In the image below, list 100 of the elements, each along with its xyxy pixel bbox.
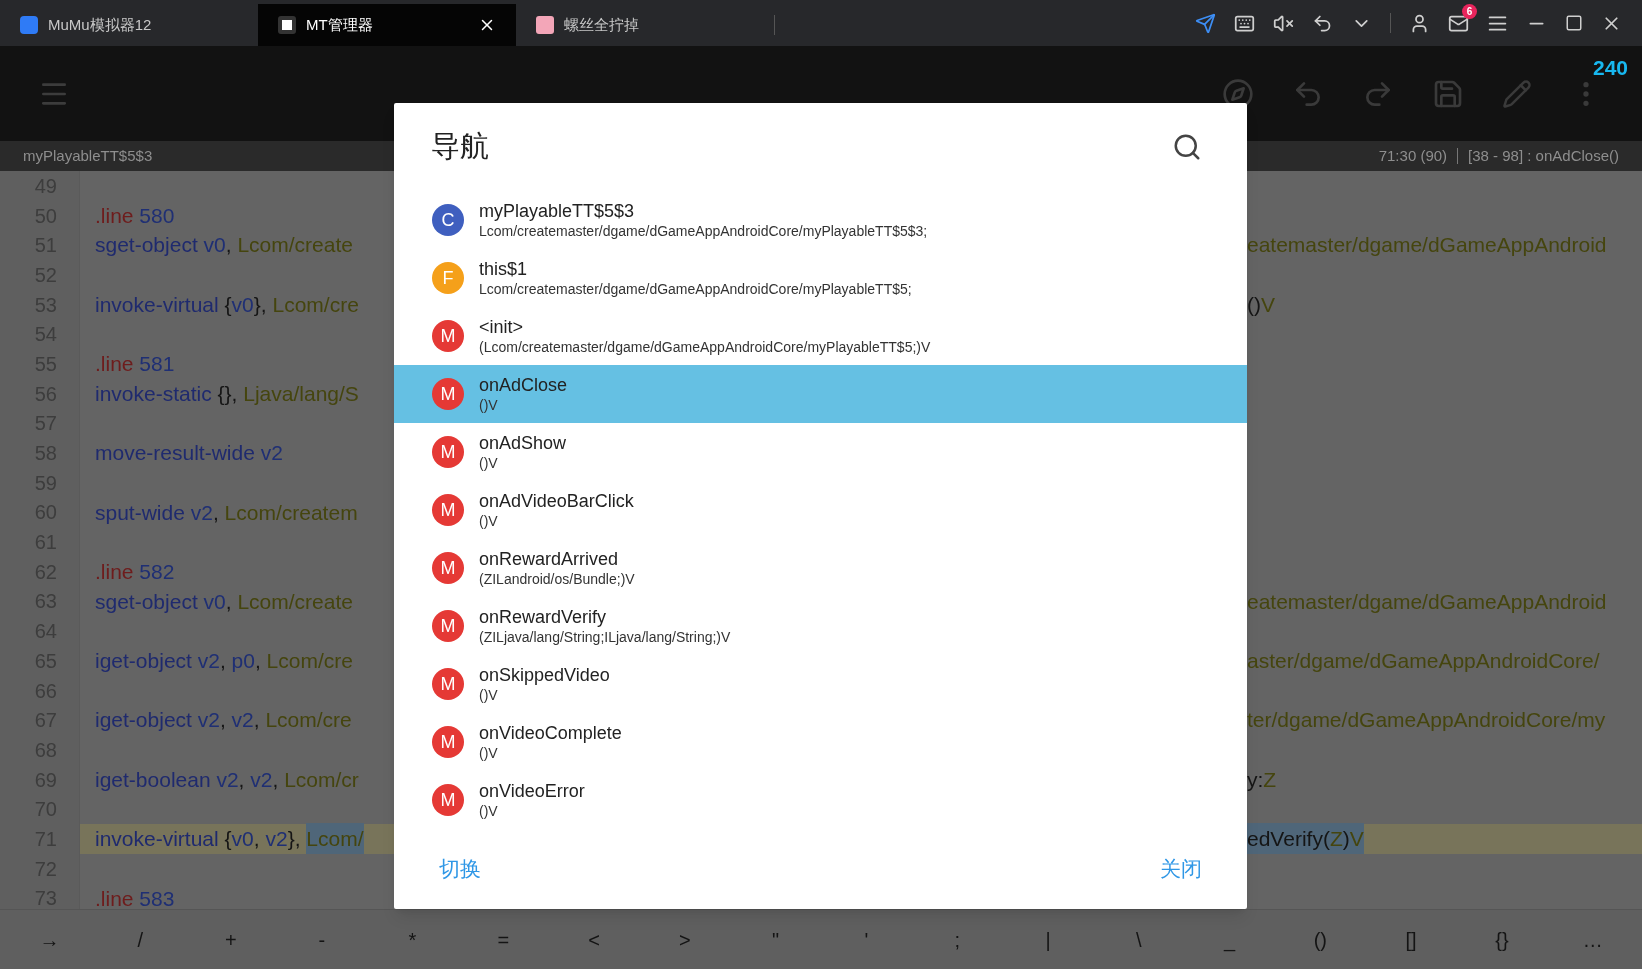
member-list-item[interactable]: M onAdVideoBarClick ()V — [394, 481, 1247, 539]
member-list-item[interactable]: F this$1 Lcom/createmaster/dgame/dGameAppAndroidCore/myPlayableTT$5; — [394, 249, 1247, 307]
app-icon — [278, 16, 296, 34]
symbol-key[interactable]: {} — [1456, 910, 1548, 969]
code-token: Lcom/ — [306, 823, 364, 855]
member-name: <init> — [479, 316, 525, 339]
code-token: v0 — [202, 232, 226, 259]
code-token: Lcom/cre — [265, 707, 352, 734]
code-token: Lcom/cr — [284, 766, 359, 793]
member-list-item[interactable]: M onAdShow ()V — [394, 423, 1247, 481]
code-token: 582 — [138, 559, 175, 586]
symbol-key[interactable]: | — [1002, 910, 1094, 969]
member-type-badge: F — [432, 262, 464, 294]
member-type-badge: M — [432, 436, 464, 468]
symbol-key[interactable]: ' — [821, 910, 912, 969]
symbol-key[interactable]: " — [730, 910, 822, 969]
code-token: eatemaster/dgame/dGameAppAndroid — [1247, 232, 1607, 259]
notification-badge: 6 — [1462, 3, 1477, 19]
code-token: Lcom/create — [237, 232, 353, 259]
member-signature: ()V — [479, 686, 499, 704]
cursor-position: 71:30 (90) — [1378, 145, 1448, 166]
symbol-key[interactable]: → — [4, 910, 95, 969]
symbol-key[interactable]: \ — [1093, 910, 1185, 969]
code-token: .line — [95, 559, 134, 586]
symbol-key[interactable]: [] — [1365, 910, 1457, 969]
member-list-item[interactable]: M onRewardArrived (ZILandroid/os/Bundle;)V — [394, 539, 1247, 597]
window-tab[interactable]: MT管理器 — [258, 4, 516, 46]
code-token: iget-object — [95, 648, 192, 675]
dialog-button[interactable]: 关闭 — [1148, 845, 1214, 893]
member-signature: ()V — [479, 454, 499, 472]
member-type-badge: M — [432, 552, 464, 584]
member-list-item[interactable]: M onRewardVerify (ZILjava/lang/String;ILjava/lang/String;)V — [394, 597, 1247, 655]
code-token: 581 — [138, 351, 175, 378]
maximize-icon[interactable] — [1565, 14, 1583, 32]
symbol-key[interactable]: < — [548, 910, 640, 969]
code-token: edVerify — [1247, 823, 1323, 855]
member-list-item[interactable]: M onVideoComplete ()V — [394, 713, 1247, 771]
member-signature: ()V — [479, 802, 499, 820]
code-token: ) — [1342, 823, 1350, 855]
code-token: v2 — [231, 707, 254, 734]
code-token: Lcom/cre — [266, 648, 353, 675]
member-list-item[interactable]: M onAdClose ()V — [394, 365, 1247, 423]
code-token: v0 — [231, 826, 254, 853]
member-name: this$1 — [479, 258, 529, 281]
symbol-key[interactable]: () — [1274, 910, 1366, 969]
symbol-key[interactable]: * — [367, 910, 458, 969]
code-token: () — [1247, 291, 1261, 318]
code-token: move-result-wide — [95, 440, 255, 467]
member-list-item[interactable]: M <init> (Lcom/createmaster/dgame/dGameAppAndroidCore/myPlayableTT$5;)V — [394, 307, 1247, 365]
window-tab[interactable]: 螺丝全拧掉 — [516, 4, 774, 46]
symbol-key[interactable]: _ — [1184, 910, 1275, 969]
fps-counter: 240 — [1592, 55, 1628, 81]
search-icon[interactable] — [1172, 132, 1202, 162]
member-signature: ()V — [479, 744, 499, 762]
member-signature: (ZILjava/lang/String;ILjava/lang/String;)V — [479, 628, 731, 646]
member-name: onRewardVerify — [479, 606, 608, 629]
member-type-badge: M — [432, 610, 464, 642]
member-list-item[interactable]: M onVideoError ()V — [394, 771, 1247, 829]
code-token: v2 — [189, 499, 213, 526]
code-token: v2 — [196, 648, 220, 675]
symbol-key[interactable]: - — [276, 910, 368, 969]
member-list-item[interactable]: M onSkippedVideo ()V — [394, 655, 1247, 713]
code-token: invoke-virtual — [95, 291, 219, 318]
code-token: sget-object — [95, 588, 198, 615]
member-list-item[interactable]: C myPlayableTT$5$3 Lcom/createmaster/dgame/dGameAppAndroidCore/myPlayableTT$5$3; — [394, 191, 1247, 249]
game-icon — [536, 16, 554, 34]
member-type-badge: C — [432, 204, 464, 236]
code-token: y: — [1247, 766, 1264, 793]
code-token: v2 — [265, 826, 288, 853]
code-token: .line — [95, 202, 134, 229]
code-token: invoke-static — [95, 380, 212, 407]
code-token: p0 — [231, 648, 255, 675]
member-signature: ()V — [479, 512, 499, 530]
code-token: aster/dgame/dGameAppAndroidCore/ — [1247, 648, 1600, 675]
member-signature: (Lcom/createmaster/dgame/dGameAppAndroidCore/myPlayableTT$5;)V — [479, 338, 931, 356]
code-token: , — [219, 648, 227, 675]
method-range: [38 - 98] : onAdClose() — [1468, 145, 1619, 166]
symbol-key[interactable]: … — [1547, 910, 1639, 969]
code-token: { — [223, 291, 232, 318]
code-token: { — [223, 826, 232, 853]
code-token: {}, — [216, 380, 239, 407]
code-token: ( — [1322, 823, 1330, 855]
member-type-badge: M — [432, 784, 464, 816]
code-token: v2 — [215, 766, 239, 793]
paper-plane-icon[interactable] — [1195, 12, 1216, 34]
symbol-key[interactable]: + — [185, 910, 277, 969]
member-name: myPlayableTT$5$3 — [479, 200, 636, 223]
window-tab[interactable]: MuMu模拟器12 — [0, 4, 258, 46]
member-type-badge: M — [432, 668, 464, 700]
dialog-title: 导航 — [431, 129, 489, 165]
code-token: v0 — [231, 291, 254, 318]
member-name: onAdShow — [479, 432, 567, 455]
code-token: ter/dgame/dGameAppAndroidCore/my — [1247, 707, 1606, 734]
code-token: , — [253, 826, 261, 853]
dialog-button[interactable]: 切换 — [427, 845, 493, 893]
member-name: onAdVideoBarClick — [479, 490, 634, 513]
symbol-key[interactable]: = — [457, 910, 549, 969]
symbol-key[interactable]: / — [94, 910, 186, 969]
symbol-key[interactable]: > — [639, 910, 731, 969]
symbol-key[interactable]: ; — [911, 910, 1003, 969]
